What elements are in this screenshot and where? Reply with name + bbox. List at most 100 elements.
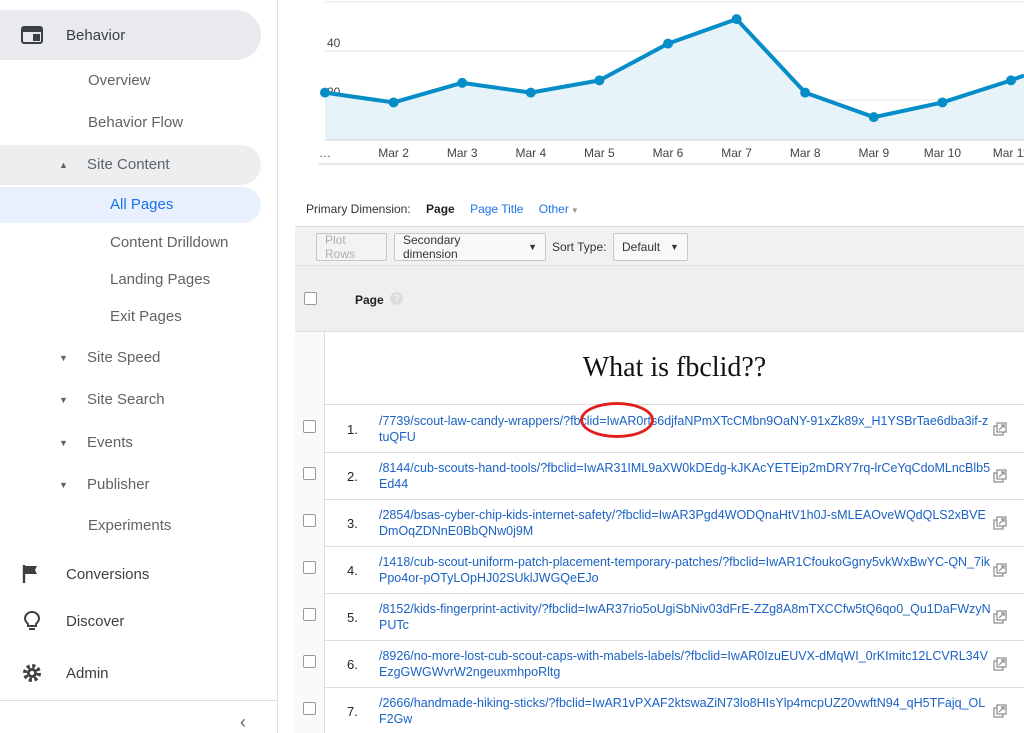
primary-dimension-label: Primary Dimension: [306, 202, 411, 216]
page-link[interactable]: /8144/cub-scouts-hand-tools/?fbclid=IwAR… [379, 460, 991, 492]
data-point[interactable] [868, 112, 879, 123]
table-row: 3. /2854/bsas-cyber-chip-kids-internet-s… [325, 500, 1024, 547]
open-in-new-icon[interactable] [993, 610, 1007, 624]
row-number: 7. [347, 704, 358, 719]
row-number: 2. [347, 469, 358, 484]
data-point[interactable] [1006, 75, 1016, 86]
highlight-circle [580, 402, 654, 438]
data-point[interactable] [525, 87, 536, 98]
behavior-icon [21, 26, 43, 44]
sidebar-divider [0, 700, 278, 701]
open-in-new-icon[interactable] [993, 516, 1007, 530]
nav-exit-pages[interactable]: Exit Pages [110, 308, 182, 325]
data-point[interactable] [731, 14, 742, 25]
nav-publisher[interactable]: Publisher [87, 476, 150, 493]
gear-icon [23, 664, 41, 682]
nav-behavior[interactable]: Behavior [0, 10, 261, 60]
dimension-other[interactable]: Other ▼ [539, 202, 591, 216]
data-point[interactable] [800, 87, 811, 98]
nav-discover-label: Discover [66, 612, 125, 630]
nav-experiments[interactable]: Experiments [88, 517, 171, 534]
nav-site-speed[interactable]: Site Speed [87, 349, 160, 366]
data-point[interactable] [663, 38, 673, 49]
row-checkbox[interactable] [303, 608, 316, 621]
nav-site-content-label: Site Content [87, 156, 170, 173]
row-checkbox[interactable] [303, 420, 316, 433]
row-number: 4. [347, 563, 358, 578]
column-header-page[interactable]: Page [355, 293, 384, 307]
nav-site-content[interactable]: ▲ Site Content [0, 145, 261, 185]
page-link[interactable]: /2666/handmade-hiking-sticks/?fbclid=IwA… [379, 695, 991, 727]
row-checkbox[interactable] [303, 561, 316, 574]
data-point[interactable] [320, 87, 330, 98]
help-icon[interactable]: ? [390, 292, 403, 305]
primary-dimension-bar: Primary Dimension: Page Page Title Other… [306, 202, 603, 216]
table-row: 7. /2666/handmade-hiking-sticks/?fbclid=… [325, 688, 1024, 733]
collapsed-arrow-icon: ▼ [59, 395, 68, 405]
collapsed-arrow-icon: ▼ [59, 353, 68, 363]
data-point[interactable] [937, 97, 948, 108]
x-tick-label: Mar 7 [721, 146, 752, 160]
collapse-sidebar-icon[interactable]: ‹ [240, 712, 246, 733]
select-all-checkbox[interactable] [304, 292, 317, 305]
row-checkbox[interactable] [303, 655, 316, 668]
nav-admin[interactable]: Admin [0, 648, 261, 698]
expanded-arrow-icon: ▲ [59, 160, 68, 170]
sidebar: Behavior Overview Behavior Flow ▲ Site C… [0, 0, 278, 733]
row-number: 1. [347, 422, 358, 437]
checkbox-column [295, 332, 325, 733]
table-row: 5. /8152/kids-fingerprint-activity/?fbcl… [325, 594, 1024, 641]
row-number: 5. [347, 610, 358, 625]
x-tick-label: Mar 5 [584, 146, 615, 160]
open-in-new-icon[interactable] [993, 469, 1007, 483]
page-link[interactable]: /7739/scout-law-candy-wrappers/?fbclid=I… [379, 413, 991, 445]
dimension-page[interactable]: Page [426, 202, 455, 216]
page-link[interactable]: /8926/no-more-lost-cub-scout-caps-with-m… [379, 648, 991, 680]
flag-icon [22, 565, 37, 583]
nav-admin-label: Admin [66, 664, 109, 682]
data-point[interactable] [388, 97, 399, 108]
page-link[interactable]: /2854/bsas-cyber-chip-kids-internet-safe… [379, 507, 991, 539]
dimension-page-title[interactable]: Page Title [470, 202, 523, 216]
sessions-chart: 204060…Mar 2Mar 3Mar 4Mar 5Mar 6Mar 7Mar… [305, 0, 1024, 170]
table-toolbar: Plot Rows Secondary dimension ▼ Sort Typ… [295, 226, 1024, 266]
page-link[interactable]: /1418/cub-scout-uniform-patch-placement-… [379, 554, 991, 586]
nav-content-drilldown[interactable]: Content Drilldown [110, 234, 228, 251]
open-in-new-icon[interactable] [993, 422, 1007, 436]
data-point[interactable] [457, 77, 468, 88]
row-checkbox[interactable] [303, 467, 316, 480]
nav-events[interactable]: Events [87, 434, 133, 451]
nav-all-pages[interactable]: All Pages [0, 187, 261, 223]
table-header: Page ? [295, 266, 1024, 332]
sort-type-value: Default [622, 240, 661, 254]
row-number: 6. [347, 657, 358, 672]
nav-overview[interactable]: Overview [88, 72, 151, 89]
chart-svg: 204060…Mar 2Mar 3Mar 4Mar 5Mar 6Mar 7Mar… [319, 0, 1024, 165]
open-in-new-icon[interactable] [993, 657, 1007, 671]
table-row: 6. /8926/no-more-lost-cub-scout-caps-wit… [325, 641, 1024, 688]
nav-conversions-label: Conversions [66, 565, 150, 583]
x-tick-label: Mar 3 [447, 146, 478, 160]
secondary-dimension-label: Secondary dimension [403, 233, 461, 261]
open-in-new-icon[interactable] [993, 704, 1007, 718]
x-tick-label: Mar 10 [924, 146, 962, 160]
sort-type-dropdown[interactable]: Default ▼ [613, 233, 688, 261]
row-checkbox[interactable] [303, 514, 316, 527]
nav-discover[interactable]: Discover [0, 596, 261, 646]
nav-site-search[interactable]: Site Search [87, 391, 165, 408]
secondary-dimension-dropdown[interactable]: Secondary dimension ▼ [394, 233, 546, 261]
nav-landing-pages[interactable]: Landing Pages [110, 271, 210, 288]
chevron-down-icon: ▼ [570, 206, 579, 215]
row-number: 3. [347, 516, 358, 531]
x-tick-label: Mar 6 [653, 146, 684, 160]
page-link[interactable]: /8152/kids-fingerprint-activity/?fbclid=… [379, 601, 991, 633]
plot-rows-button[interactable]: Plot Rows [316, 233, 387, 261]
nav-conversions[interactable]: Conversions [0, 549, 261, 599]
row-checkbox[interactable] [303, 702, 316, 715]
annotation-text: What is fbclid?? [582, 352, 767, 383]
table-row: 1. /7739/scout-law-candy-wrappers/?fbcli… [325, 406, 1024, 453]
nav-behavior-flow[interactable]: Behavior Flow [88, 114, 183, 131]
dimension-other-label: Other [538, 202, 569, 216]
data-point[interactable] [594, 75, 605, 86]
open-in-new-icon[interactable] [993, 563, 1007, 577]
